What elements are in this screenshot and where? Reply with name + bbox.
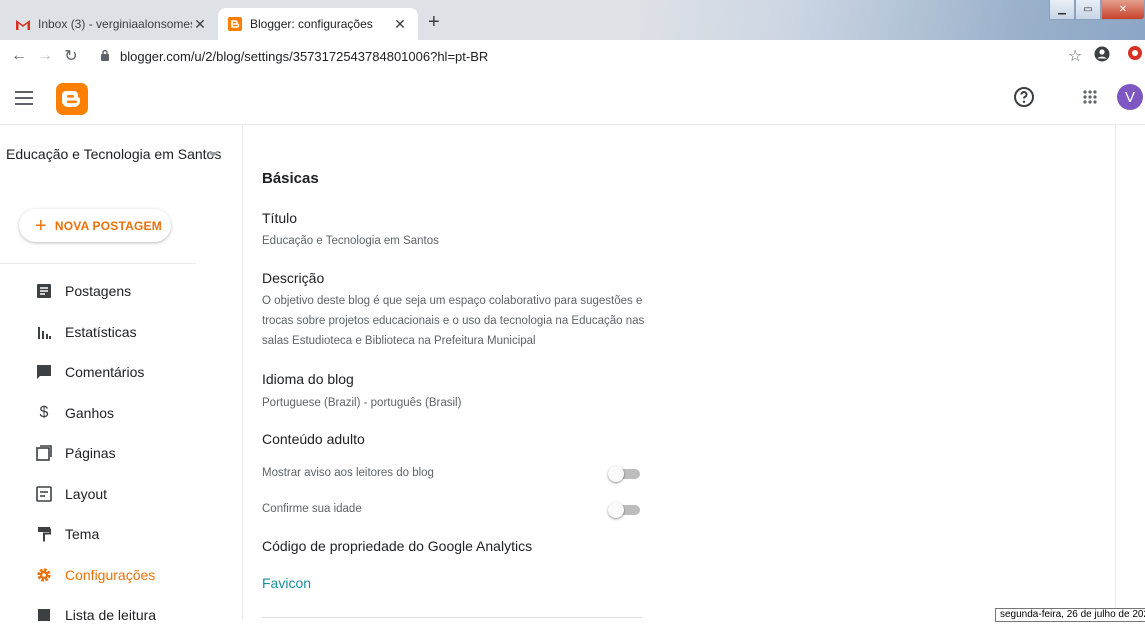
sidebar-item-label: Ganhos	[65, 404, 115, 421]
app-header: V	[0, 72, 1145, 125]
gmail-icon	[16, 17, 30, 31]
toggle-knob	[608, 466, 624, 482]
settings-panel: Básicas Título Educação e Tecnologia em …	[243, 125, 1145, 619]
reload-icon[interactable]: ↻	[58, 46, 84, 66]
hamburger-menu-icon[interactable]	[12, 86, 36, 110]
tab-gmail-inbox[interactable]: Inbox (3) - verginiaalonsomestrac ✕	[6, 8, 218, 40]
new-post-button[interactable]: + NOVA POSTAGEM	[19, 209, 171, 242]
section-title: Básicas	[262, 170, 319, 187]
panel-border	[1115, 125, 1116, 619]
window-controls: ▁ ▭ ✕	[1049, 0, 1145, 22]
blog-name: Educação e Tecnologia em Santos	[6, 146, 222, 162]
address-bar[interactable]: blogger.com/u/2/blog/settings/3573172543…	[100, 44, 1055, 68]
sidebar-item-comentarios[interactable]: Comentários	[0, 352, 243, 393]
confirm-age-label: Confirme sua idade	[262, 503, 362, 515]
help-icon[interactable]	[1012, 85, 1036, 109]
stats-icon	[33, 322, 55, 342]
url-text: blogger.com/u/2/blog/settings/3573172543…	[120, 48, 489, 64]
back-arrow-icon[interactable]: ←	[6, 47, 32, 65]
theme-icon	[33, 524, 55, 544]
extension-icon[interactable]	[1128, 46, 1142, 65]
window-close-icon[interactable]: ✕	[1101, 0, 1145, 20]
sidebar-item-label: Lista de leitura	[65, 607, 157, 624]
sidebar: Educação e Tecnologia em Santos + NOVA P…	[0, 125, 243, 623]
new-tab-icon[interactable]: +	[428, 12, 440, 32]
profile-icon[interactable]	[1094, 46, 1110, 67]
title-label: Título	[262, 210, 298, 226]
description-label: Descrição	[262, 270, 325, 286]
dropdown-caret-icon	[208, 152, 218, 157]
favicon-link[interactable]: Favicon	[262, 575, 311, 591]
sidebar-item-paginas[interactable]: Páginas	[0, 433, 243, 474]
blogger-favicon-icon	[228, 17, 242, 31]
analytics-setting[interactable]: Código de propriedade do Google Analytic…	[262, 538, 532, 554]
pages-icon	[33, 443, 55, 463]
sidebar-item-lista-de-leitura[interactable]: Lista de leitura	[0, 595, 243, 636]
lock-icon	[100, 49, 114, 64]
confirm-age-toggle[interactable]	[608, 502, 642, 518]
bookmark-star-icon[interactable]: ☆	[1068, 46, 1082, 66]
maximize-icon[interactable]: ▭	[1075, 0, 1101, 20]
sidebar-item-postagens[interactable]: Postagens	[0, 271, 243, 312]
layout-icon	[33, 484, 55, 504]
blog-selector[interactable]: Educação e Tecnologia em Santos	[6, 141, 231, 168]
sidebar-item-layout[interactable]: Layout	[0, 474, 243, 515]
sidebar-item-tema[interactable]: Tema	[0, 514, 243, 555]
adult-content-label: Conteúdo adulto	[262, 431, 365, 447]
google-apps-icon[interactable]	[1078, 85, 1102, 109]
tab-title: Inbox (3) - verginiaalonsomestrac	[38, 17, 192, 31]
close-tab-icon[interactable]: ✕	[392, 16, 408, 33]
sidebar-item-ganhos[interactable]: $ Ganhos	[0, 393, 243, 434]
language-value: Portuguese (Brazil) - português (Brasil)	[262, 397, 462, 409]
avatar[interactable]: V	[1117, 84, 1143, 110]
comments-icon	[33, 362, 55, 382]
section-divider	[262, 617, 642, 618]
sidebar-item-label: Tema	[65, 526, 100, 543]
adult-warning-label: Mostrar aviso aos leitores do blog	[262, 467, 434, 479]
sidebar-item-estatisticas[interactable]: Estatísticas	[0, 312, 243, 353]
description-value: O objetivo deste blog é que seja um espa…	[262, 295, 645, 347]
tab-title: Blogger: configurações	[250, 17, 373, 31]
sidebar-item-label: Comentários	[65, 364, 145, 381]
plus-icon: +	[35, 214, 47, 237]
title-value: Educação e Tecnologia em Santos	[262, 235, 439, 247]
posts-icon	[33, 281, 55, 301]
minimize-icon[interactable]: ▁	[1049, 0, 1075, 20]
settings-icon	[33, 565, 55, 585]
sidebar-item-label: Postagens	[65, 283, 132, 300]
close-tab-icon[interactable]: ✕	[192, 16, 208, 33]
sidebar-nav: Postagens Estatísticas Comentários $ Gan…	[0, 271, 243, 636]
toggle-knob	[608, 502, 624, 518]
language-label: Idioma do blog	[262, 371, 354, 387]
forward-arrow-icon[interactable]: →	[32, 47, 58, 65]
sidebar-item-label: Páginas	[65, 445, 116, 462]
browser-toolbar: ← → ↻ blogger.com/u/2/blog/settings/3573…	[0, 40, 1145, 72]
sidebar-divider	[0, 263, 196, 264]
new-post-label: NOVA POSTAGEM	[54, 218, 162, 233]
adult-warning-toggle[interactable]	[608, 466, 642, 482]
earnings-icon: $	[39, 403, 49, 421]
blogger-logo-icon[interactable]	[56, 83, 88, 115]
sidebar-item-label: Configurações	[65, 566, 156, 583]
sidebar-item-label: Estatísticas	[65, 323, 137, 340]
reading-list-icon	[33, 605, 55, 625]
tab-blogger-settings[interactable]: Blogger: configurações ✕	[218, 8, 418, 40]
sidebar-item-label: Layout	[65, 485, 108, 502]
date-tooltip: segunda-feira, 26 de julho de 2021	[995, 608, 1145, 622]
browser-tab-strip: Inbox (3) - verginiaalonsomestrac ✕ Blog…	[0, 0, 1145, 40]
sidebar-item-configuracoes[interactable]: Configurações	[0, 555, 243, 596]
